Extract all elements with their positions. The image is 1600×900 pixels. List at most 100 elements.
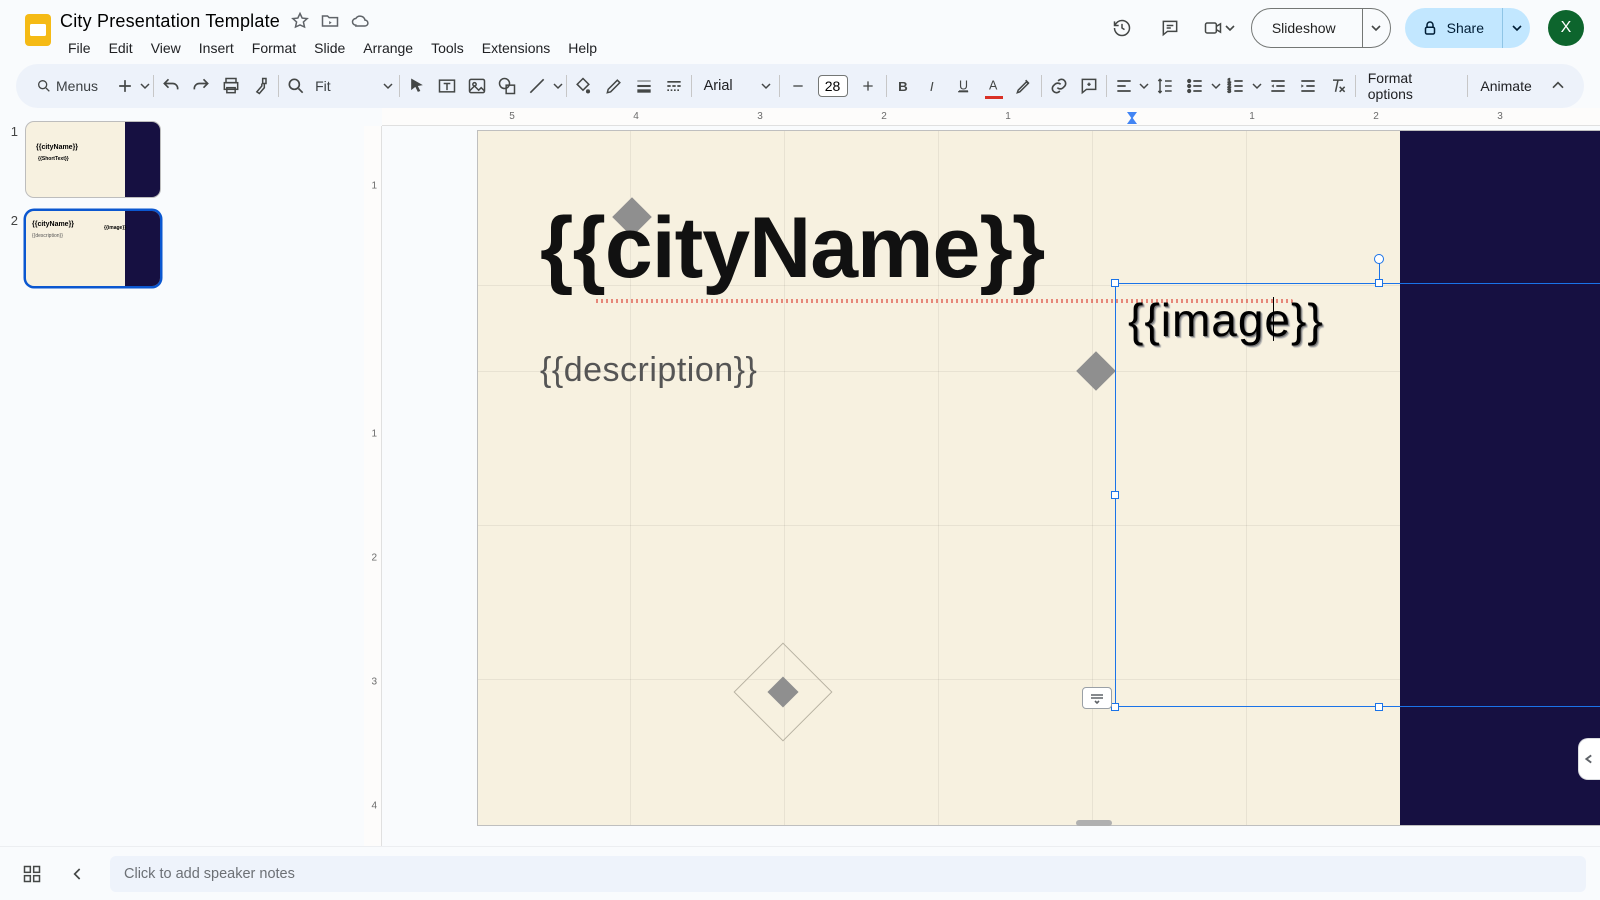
numbered-list-dropdown[interactable]	[1251, 81, 1262, 91]
search-icon	[36, 78, 52, 94]
star-icon[interactable]	[290, 11, 310, 31]
indent-increase-button[interactable]	[1293, 68, 1323, 104]
account-avatar[interactable]: X	[1548, 10, 1584, 46]
indent-decrease-button[interactable]	[1263, 68, 1293, 104]
filmstrip[interactable]: 1 {{cityName}} {{ShortText}} 2 {{cityNam…	[0, 108, 184, 846]
font-size-increase[interactable]	[852, 68, 884, 104]
search-menus-button[interactable]: Menus	[26, 68, 104, 104]
menu-edit[interactable]: Edit	[101, 36, 141, 60]
font-size-decrease[interactable]	[782, 68, 814, 104]
doc-title[interactable]: City Presentation Template	[60, 11, 280, 32]
highlight-button[interactable]	[1009, 68, 1039, 104]
menu-arrange[interactable]: Arrange	[355, 36, 421, 60]
indent-marker-left-bottom[interactable]	[1127, 117, 1137, 124]
move-folder-icon[interactable]	[320, 11, 340, 31]
resize-handle[interactable]	[1375, 703, 1383, 711]
new-slide-button[interactable]	[110, 68, 140, 104]
ruler-v-label: 1	[371, 181, 377, 192]
meet-button[interactable]	[1201, 11, 1237, 45]
app-logo[interactable]	[16, 8, 60, 52]
bulleted-list-button[interactable]	[1180, 68, 1210, 104]
zoom-tool-button[interactable]	[281, 68, 311, 104]
ruler-horizontal[interactable]: 5 4 3 2 1 1 2 3 4	[382, 108, 1600, 126]
image-placeholder[interactable]: {{image}}	[1128, 293, 1324, 347]
select-tool-button[interactable]	[402, 68, 432, 104]
font-family-combo[interactable]: Arial	[694, 78, 777, 94]
ruler-vertical[interactable]: 1 1 2 3 4	[364, 126, 382, 846]
paint-format-button[interactable]	[246, 68, 276, 104]
history-icon[interactable]	[1105, 11, 1139, 45]
slideshow-button[interactable]: Slideshow	[1251, 8, 1391, 48]
notes-placeholder: Click to add speaker notes	[124, 866, 295, 882]
numbered-list-button[interactable]: 123	[1221, 68, 1251, 104]
textbox-button[interactable]	[432, 68, 462, 104]
slide-canvas[interactable]: {{cityName}} {{description}}	[478, 131, 1600, 825]
slide-resize-grip[interactable]	[1076, 820, 1112, 826]
menu-format[interactable]: Format	[244, 36, 304, 60]
cloud-status-icon[interactable]	[350, 11, 370, 31]
menu-slide[interactable]: Slide	[306, 36, 353, 60]
slide-title[interactable]: {{cityName}}	[540, 199, 1044, 298]
border-weight-button[interactable]	[629, 68, 659, 104]
share-dropdown[interactable]	[1502, 8, 1530, 48]
thumbnail-1[interactable]: {{cityName}} {{ShortText}}	[26, 122, 160, 197]
bold-button[interactable]: B	[888, 68, 918, 104]
slideshow-dropdown[interactable]	[1362, 9, 1390, 47]
shape-button[interactable]	[492, 68, 522, 104]
menu-extensions[interactable]: Extensions	[474, 36, 558, 60]
zoom-combo[interactable]: Fit	[311, 78, 397, 94]
line-button[interactable]	[522, 68, 552, 104]
new-slide-dropdown[interactable]	[140, 81, 151, 91]
text-overflow-button[interactable]	[1082, 687, 1112, 709]
comments-icon[interactable]	[1153, 11, 1187, 45]
insert-link-button[interactable]	[1044, 68, 1074, 104]
canvas-area[interactable]: 5 4 3 2 1 1 2 3 4 1 1 2 3 4	[184, 108, 1600, 846]
collapse-filmstrip-button[interactable]	[64, 860, 92, 888]
menu-help[interactable]: Help	[560, 36, 605, 60]
format-options-button[interactable]: Format options	[1358, 70, 1466, 102]
thumb-row-1[interactable]: 1 {{cityName}} {{ShortText}}	[6, 122, 174, 197]
ruler-v-label: 3	[371, 677, 377, 688]
rotation-handle[interactable]	[1374, 254, 1384, 264]
fill-color-button[interactable]	[568, 68, 598, 104]
thumb-row-2[interactable]: 2 {{cityName}} {{description}} {{image}}	[6, 211, 174, 286]
resize-handle[interactable]	[1111, 703, 1119, 711]
border-color-button[interactable]	[599, 68, 629, 104]
speaker-notes[interactable]: Click to add speaker notes	[110, 856, 1586, 892]
text-color-button[interactable]: A	[979, 68, 1009, 104]
line-dropdown[interactable]	[552, 81, 563, 91]
redo-button[interactable]	[186, 68, 216, 104]
thumbnail-2[interactable]: {{cityName}} {{description}} {{image}}	[26, 211, 160, 286]
italic-button[interactable]: I	[919, 68, 949, 104]
undo-button[interactable]	[156, 68, 186, 104]
insert-comment-button[interactable]	[1074, 68, 1104, 104]
bulleted-list-dropdown[interactable]	[1210, 81, 1221, 91]
workarea: 1 {{cityName}} {{ShortText}} 2 {{cityNam…	[0, 108, 1600, 846]
slideshow-label: Slideshow	[1252, 20, 1356, 36]
thumb2-img: {{image}}	[104, 225, 126, 231]
border-dash-button[interactable]	[659, 68, 689, 104]
clear-formatting-button[interactable]	[1323, 68, 1353, 104]
underline-button[interactable]: U	[949, 68, 979, 104]
menu-view[interactable]: View	[143, 36, 189, 60]
menu-insert[interactable]: Insert	[191, 36, 242, 60]
collapse-toolbar-button[interactable]	[1542, 68, 1574, 104]
thumb1-title: {{cityName}}	[36, 144, 78, 151]
menu-tools[interactable]: Tools	[423, 36, 472, 60]
grid-view-button[interactable]	[18, 860, 46, 888]
animate-button[interactable]: Animate	[1470, 78, 1541, 94]
print-button[interactable]	[216, 68, 246, 104]
image-button[interactable]	[462, 68, 492, 104]
resize-handle[interactable]	[1111, 491, 1119, 499]
font-size-input[interactable]	[818, 75, 848, 97]
resize-handle[interactable]	[1111, 279, 1119, 287]
menu-file[interactable]: File	[60, 36, 99, 60]
share-button[interactable]: Share	[1405, 8, 1530, 48]
explore-tab[interactable]	[1578, 738, 1600, 780]
resize-handle[interactable]	[1375, 279, 1383, 287]
align-button[interactable]	[1109, 68, 1139, 104]
line-spacing-button[interactable]	[1150, 68, 1180, 104]
align-dropdown[interactable]	[1139, 81, 1150, 91]
ruler-v-label: 2	[371, 553, 377, 564]
slide-description[interactable]: {{description}}	[540, 351, 757, 390]
